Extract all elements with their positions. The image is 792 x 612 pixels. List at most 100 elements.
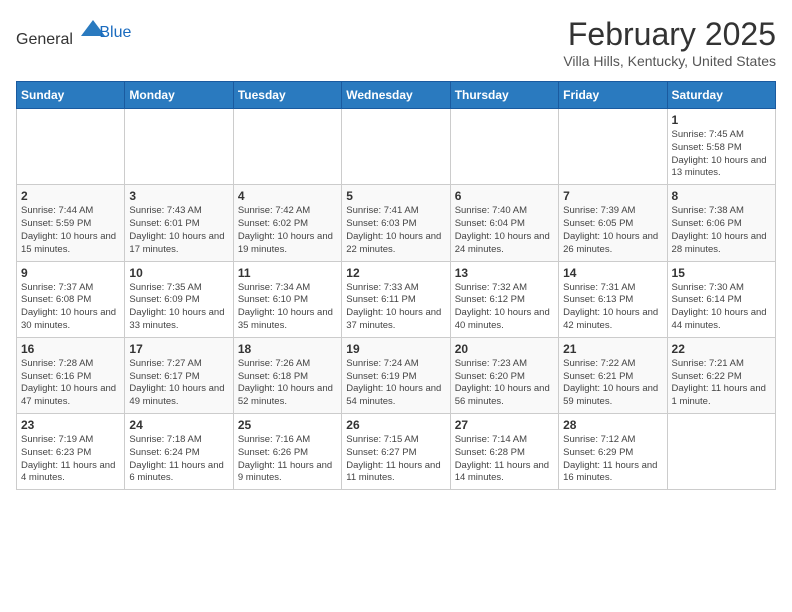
- day-number: 18: [238, 342, 337, 356]
- day-cell: 3 Sunrise: 7:43 AM Sunset: 6:01 PM Daylig…: [125, 185, 233, 261]
- day-info: Sunrise: 7:34 AM Sunset: 6:10 PM Dayligh…: [238, 282, 337, 333]
- day-number: 21: [563, 342, 662, 356]
- day-number: 22: [672, 342, 771, 356]
- week-row-1: 1 Sunrise: 7:45 AM Sunset: 5:58 PM Daylig…: [17, 109, 776, 185]
- day-number: 7: [563, 189, 662, 203]
- day-number: 9: [21, 266, 120, 280]
- day-number: 20: [455, 342, 554, 356]
- day-info: Sunrise: 7:38 AM Sunset: 6:06 PM Dayligh…: [672, 205, 771, 256]
- day-cell: [125, 109, 233, 185]
- day-number: 3: [129, 189, 228, 203]
- day-cell: 4 Sunrise: 7:42 AM Sunset: 6:02 PM Daylig…: [233, 185, 341, 261]
- day-cell: 21 Sunrise: 7:22 AM Sunset: 6:21 PM Dayli…: [559, 337, 667, 413]
- day-info: Sunrise: 7:43 AM Sunset: 6:01 PM Dayligh…: [129, 205, 228, 256]
- day-info: Sunrise: 7:45 AM Sunset: 5:58 PM Dayligh…: [672, 129, 771, 180]
- day-header-saturday: Saturday: [667, 82, 775, 109]
- day-number: 10: [129, 266, 228, 280]
- day-number: 19: [346, 342, 445, 356]
- location-subtitle: Villa Hills, Kentucky, United States: [563, 53, 776, 69]
- day-number: 11: [238, 266, 337, 280]
- day-info: Sunrise: 7:33 AM Sunset: 6:11 PM Dayligh…: [346, 282, 445, 333]
- day-cell: 19 Sunrise: 7:24 AM Sunset: 6:19 PM Dayli…: [342, 337, 450, 413]
- day-cell: 13Sunrise: 7:32 AM Sunset: 6:12 PM Dayli…: [450, 261, 558, 337]
- day-cell: 20 Sunrise: 7:23 AM Sunset: 6:20 PM Dayli…: [450, 337, 558, 413]
- day-info: Sunrise: 7:26 AM Sunset: 6:18 PM Dayligh…: [238, 358, 337, 409]
- day-cell: 26 Sunrise: 7:15 AM Sunset: 6:27 PM Dayli…: [342, 414, 450, 490]
- day-info: Sunrise: 7:37 AM Sunset: 6:08 PM Dayligh…: [21, 282, 120, 333]
- day-info: Sunrise: 7:40 AM Sunset: 6:04 PM Dayligh…: [455, 205, 554, 256]
- day-cell: 25Sunrise: 7:16 AM Sunset: 6:26 PM Dayli…: [233, 414, 341, 490]
- day-cell: [342, 109, 450, 185]
- day-cell: 15 Sunrise: 7:30 AM Sunset: 6:14 PM Dayli…: [667, 261, 775, 337]
- week-row-5: 23 Sunrise: 7:19 AM Sunset: 6:23 PM Dayli…: [17, 414, 776, 490]
- day-header-tuesday: Tuesday: [233, 82, 341, 109]
- logo-blue-text: Blue: [99, 24, 131, 41]
- week-row-2: 2 Sunrise: 7:44 AM Sunset: 5:59 PM Daylig…: [17, 185, 776, 261]
- day-number: 8: [672, 189, 771, 203]
- day-header-thursday: Thursday: [450, 82, 558, 109]
- day-number: 6: [455, 189, 554, 203]
- day-info: Sunrise: 7:35 AM Sunset: 6:09 PM Dayligh…: [129, 282, 228, 333]
- page-header: General Blue February 2025 Villa Hills, …: [16, 16, 776, 69]
- day-info: Sunrise: 7:41 AM Sunset: 6:03 PM Dayligh…: [346, 205, 445, 256]
- day-cell: [667, 414, 775, 490]
- day-cell: 24 Sunrise: 7:18 AM Sunset: 6:24 PM Dayli…: [125, 414, 233, 490]
- day-number: 17: [129, 342, 228, 356]
- day-header-sunday: Sunday: [17, 82, 125, 109]
- day-cell: 7Sunrise: 7:39 AM Sunset: 6:05 PM Daylig…: [559, 185, 667, 261]
- day-number: 12: [346, 266, 445, 280]
- day-info: Sunrise: 7:44 AM Sunset: 5:59 PM Dayligh…: [21, 205, 120, 256]
- day-header-friday: Friday: [559, 82, 667, 109]
- day-cell: 14 Sunrise: 7:31 AM Sunset: 6:13 PM Dayli…: [559, 261, 667, 337]
- day-number: 13: [455, 266, 554, 280]
- day-info: Sunrise: 7:14 AM Sunset: 6:28 PM Dayligh…: [455, 434, 554, 485]
- day-info: Sunrise: 7:42 AM Sunset: 6:02 PM Dayligh…: [238, 205, 337, 256]
- day-cell: 6 Sunrise: 7:40 AM Sunset: 6:04 PM Daylig…: [450, 185, 558, 261]
- day-cell: 1 Sunrise: 7:45 AM Sunset: 5:58 PM Daylig…: [667, 109, 775, 185]
- month-year-title: February 2025: [563, 16, 776, 53]
- day-cell: 12 Sunrise: 7:33 AM Sunset: 6:11 PM Dayli…: [342, 261, 450, 337]
- day-info: Sunrise: 7:12 AM Sunset: 6:29 PM Dayligh…: [563, 434, 662, 485]
- day-header-monday: Monday: [125, 82, 233, 109]
- day-info: Sunrise: 7:30 AM Sunset: 6:14 PM Dayligh…: [672, 282, 771, 333]
- day-info: Sunrise: 7:21 AM Sunset: 6:22 PM Dayligh…: [672, 358, 771, 409]
- day-cell: 16Sunrise: 7:28 AM Sunset: 6:16 PM Dayli…: [17, 337, 125, 413]
- day-info: Sunrise: 7:23 AM Sunset: 6:20 PM Dayligh…: [455, 358, 554, 409]
- day-number: 25: [238, 418, 337, 432]
- day-number: 1: [672, 113, 771, 127]
- day-number: 4: [238, 189, 337, 203]
- day-info: Sunrise: 7:31 AM Sunset: 6:13 PM Dayligh…: [563, 282, 662, 333]
- day-number: 14: [563, 266, 662, 280]
- day-cell: [559, 109, 667, 185]
- day-cell: 28 Sunrise: 7:12 AM Sunset: 6:29 PM Dayli…: [559, 414, 667, 490]
- day-info: Sunrise: 7:18 AM Sunset: 6:24 PM Dayligh…: [129, 434, 228, 485]
- day-cell: 27 Sunrise: 7:14 AM Sunset: 6:28 PM Dayli…: [450, 414, 558, 490]
- logo: General Blue: [16, 16, 131, 49]
- day-info: Sunrise: 7:22 AM Sunset: 6:21 PM Dayligh…: [563, 358, 662, 409]
- day-cell: 23 Sunrise: 7:19 AM Sunset: 6:23 PM Dayli…: [17, 414, 125, 490]
- day-cell: 9 Sunrise: 7:37 AM Sunset: 6:08 PM Daylig…: [17, 261, 125, 337]
- day-number: 23: [21, 418, 120, 432]
- day-info: Sunrise: 7:15 AM Sunset: 6:27 PM Dayligh…: [346, 434, 445, 485]
- day-cell: 2 Sunrise: 7:44 AM Sunset: 5:59 PM Daylig…: [17, 185, 125, 261]
- week-row-4: 16Sunrise: 7:28 AM Sunset: 6:16 PM Dayli…: [17, 337, 776, 413]
- logo-general-text: General: [16, 31, 73, 48]
- day-info: Sunrise: 7:24 AM Sunset: 6:19 PM Dayligh…: [346, 358, 445, 409]
- days-header-row: SundayMondayTuesdayWednesdayThursdayFrid…: [17, 82, 776, 109]
- day-number: 27: [455, 418, 554, 432]
- day-cell: 11 Sunrise: 7:34 AM Sunset: 6:10 PM Dayli…: [233, 261, 341, 337]
- day-cell: [17, 109, 125, 185]
- day-number: 16: [21, 342, 120, 356]
- day-number: 28: [563, 418, 662, 432]
- day-cell: [233, 109, 341, 185]
- day-cell: 10 Sunrise: 7:35 AM Sunset: 6:09 PM Dayli…: [125, 261, 233, 337]
- day-number: 24: [129, 418, 228, 432]
- day-cell: 5 Sunrise: 7:41 AM Sunset: 6:03 PM Daylig…: [342, 185, 450, 261]
- week-row-3: 9 Sunrise: 7:37 AM Sunset: 6:08 PM Daylig…: [17, 261, 776, 337]
- day-number: 2: [21, 189, 120, 203]
- day-number: 15: [672, 266, 771, 280]
- day-number: 5: [346, 189, 445, 203]
- day-number: 26: [346, 418, 445, 432]
- day-info: Sunrise: 7:19 AM Sunset: 6:23 PM Dayligh…: [21, 434, 120, 485]
- day-cell: 8 Sunrise: 7:38 AM Sunset: 6:06 PM Daylig…: [667, 185, 775, 261]
